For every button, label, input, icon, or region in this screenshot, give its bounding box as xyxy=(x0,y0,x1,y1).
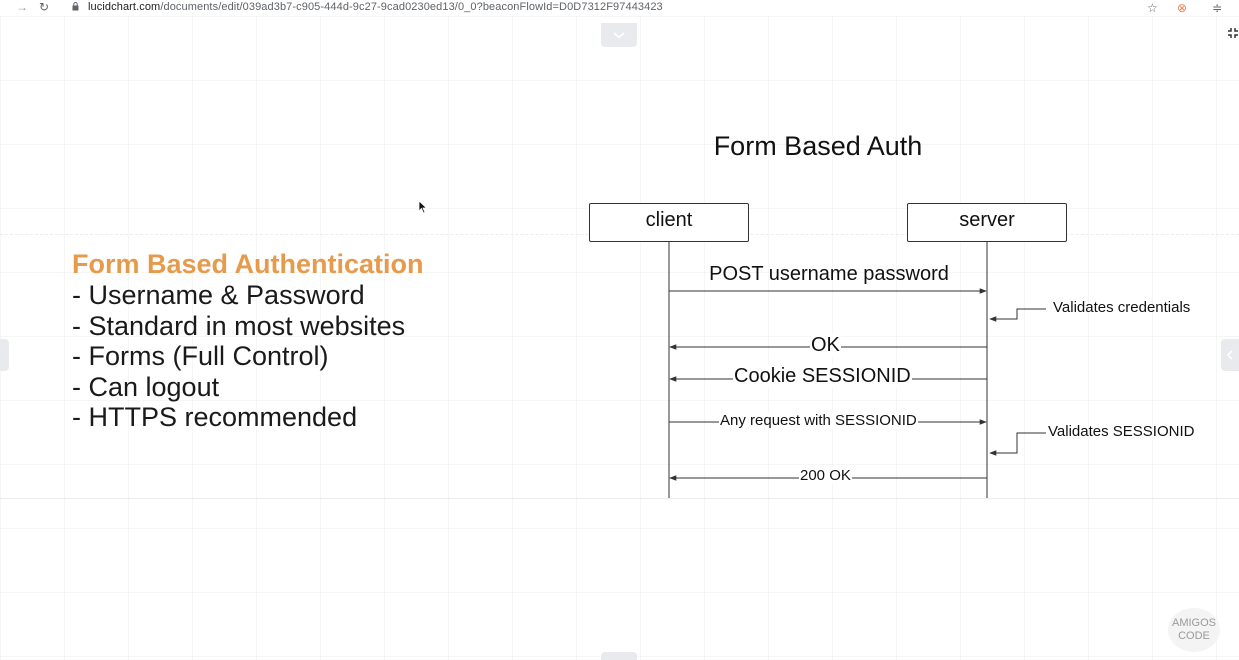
validates-sessionid-note: Validates SESSIONID xyxy=(1048,423,1195,440)
validates-credentials-connector xyxy=(989,308,1046,322)
mouse-cursor-icon xyxy=(418,200,428,214)
validates-credentials-note: Validates credentials xyxy=(1053,299,1191,316)
post-credentials-label: POST username password xyxy=(709,263,949,285)
cookie-sessionid-label: Cookie SESSIONID xyxy=(733,365,912,388)
validates-sessionid-connector xyxy=(989,432,1046,456)
sequence-diagram xyxy=(668,241,1046,498)
server-actor-box[interactable]: server xyxy=(907,203,1067,242)
logo-line-1: AMIGOS xyxy=(1171,617,1216,629)
ok-label: OK xyxy=(810,334,841,357)
amigoscode-logo: AMIGOS CODE xyxy=(1168,608,1220,652)
client-actor-box[interactable]: client xyxy=(589,203,749,242)
ok-200-label: 200 OK xyxy=(799,467,852,484)
any-request-label: Any request with SESSIONID xyxy=(719,412,918,429)
logo-line-2: CODE xyxy=(1178,630,1210,642)
